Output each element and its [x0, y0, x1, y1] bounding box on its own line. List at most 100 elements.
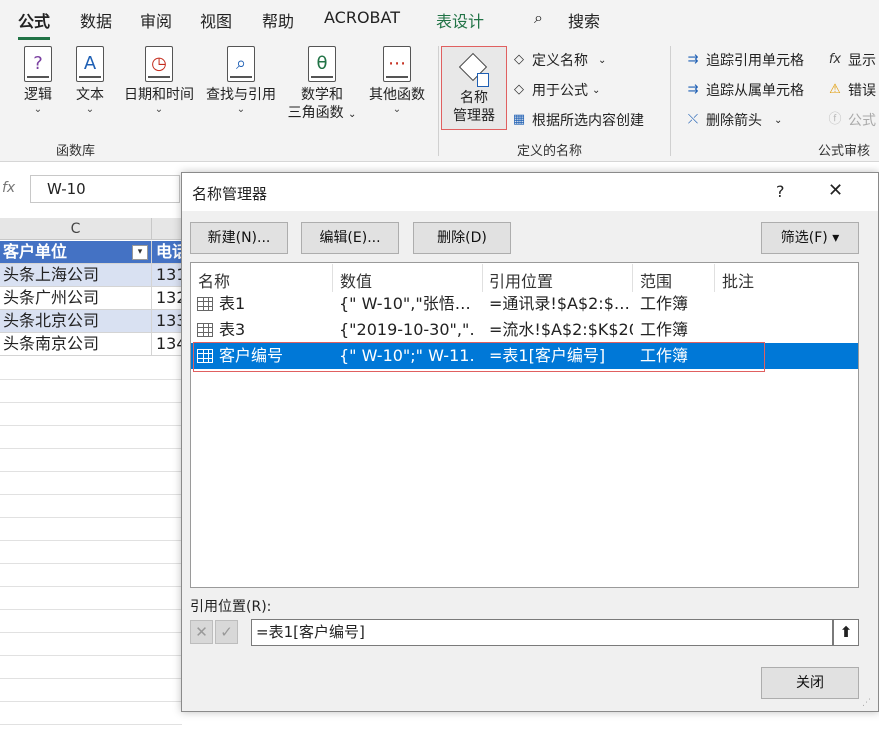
table-row[interactable]: 133: [152, 310, 182, 333]
trace-precedents-button[interactable]: ⇉ 追踪引用单元格: [684, 50, 804, 70]
collapse-dialog-icon[interactable]: ⬆: [833, 619, 859, 646]
show-formulas-button[interactable]: fx 显示: [826, 50, 876, 70]
name-manager-button[interactable]: 名称 管理器: [441, 46, 507, 130]
grid-line: [0, 678, 182, 679]
highlight-box: [193, 342, 765, 372]
table-row[interactable]: 134: [152, 333, 182, 356]
define-name-button[interactable]: ◇ 定义名称 ⌄: [510, 50, 606, 70]
magnifier-icon: ⌕: [227, 46, 255, 82]
group-separator: [438, 46, 439, 156]
tab-data[interactable]: 数据: [80, 8, 112, 32]
close-button[interactable]: 关闭: [761, 667, 859, 699]
create-from-selection-label: 根据所选内容创建: [532, 113, 644, 129]
grid-line: [0, 609, 182, 610]
column-header-name[interactable]: 名称: [198, 268, 230, 292]
table-header-cell[interactable]: 客户单位 ▾: [0, 241, 152, 264]
create-from-selection-button[interactable]: ▦ 根据所选内容创建: [510, 110, 644, 130]
more-functions-icon: ⋯: [383, 46, 411, 82]
remove-arrows-icon: ⤬: [687, 112, 699, 127]
table-row[interactable]: 132: [152, 287, 182, 310]
grid-line: [0, 425, 182, 426]
tab-view[interactable]: 视图: [200, 8, 232, 32]
remove-arrows-button[interactable]: ⤬ 删除箭头 ⌄: [684, 110, 783, 130]
chevron-down-icon: ⌄: [592, 84, 601, 96]
tab-acrobat[interactable]: ACROBAT: [324, 8, 400, 27]
table-row[interactable]: 头条上海公司: [0, 264, 152, 287]
table-header-label: 客户单位: [3, 242, 68, 261]
help-icon[interactable]: ?: [776, 182, 785, 201]
math-trig-button[interactable]: θ 数学和 三角函数 ⌄: [284, 46, 360, 124]
date-time-button[interactable]: ◷ 日期和时间 ⌄: [118, 46, 200, 116]
use-in-formula-button[interactable]: ◇ 用于公式 ⌄: [510, 80, 600, 100]
resize-grip-icon[interactable]: ⋰: [862, 697, 874, 709]
fx-icon[interactable]: fx: [2, 180, 15, 196]
cancel-edit-icon[interactable]: ✕: [190, 620, 213, 644]
table-row[interactable]: 头条北京公司: [0, 310, 152, 333]
tab-table-design[interactable]: 表设计: [436, 8, 484, 32]
text-label: 文本: [76, 87, 104, 103]
column-header-d[interactable]: [152, 218, 182, 240]
evaluate-formula-button[interactable]: ⓕ 公式: [826, 110, 876, 130]
show-formulas-label: 显示: [848, 53, 876, 69]
logical-label: 逻辑: [24, 87, 52, 103]
grid-line: [0, 540, 182, 541]
chevron-down-icon: ⌄: [33, 104, 43, 115]
grid-line: [0, 379, 182, 380]
table-header-cell[interactable]: 电话: [152, 241, 182, 264]
table-row[interactable]: 131: [152, 264, 182, 287]
trace-arrow-icon: ⇉: [687, 52, 699, 67]
grid-line: [0, 402, 182, 403]
formula-input[interactable]: W-10: [30, 175, 180, 203]
tag-icon: [458, 52, 489, 87]
tab-review[interactable]: 审阅: [140, 8, 172, 32]
chevron-down-icon: ⌄: [392, 104, 402, 115]
refers-to-input[interactable]: =表1[客户编号]: [251, 619, 833, 646]
tab-help[interactable]: 帮助: [262, 8, 294, 32]
column-divider: [482, 264, 483, 292]
edit-button[interactable]: 编辑(E)...: [301, 222, 399, 254]
list-item[interactable]: 表1 {" W-10","张悟… =通讯录!$A$2:$… 工作簿: [191, 291, 858, 317]
define-name-label: 定义名称: [532, 53, 588, 69]
name-manager-label-2: 管理器: [453, 108, 495, 124]
table-grid-icon: ▦: [512, 112, 526, 127]
column-header-value[interactable]: 数值: [340, 268, 372, 292]
text-button[interactable]: A 文本 ⌄: [72, 46, 108, 116]
error-checking-label: 错误: [848, 83, 876, 99]
logical-icon: ?: [24, 46, 52, 82]
search-icon[interactable]: ⌕: [534, 8, 543, 28]
scope-cell: 工作簿: [640, 320, 689, 339]
grid-line: [0, 448, 182, 449]
list-item[interactable]: 表3 {"2019-10-30","… =流水!$A$2:$K$20 工作簿: [191, 317, 858, 343]
name-manager-label-1: 名称: [460, 90, 488, 106]
column-header-scope[interactable]: 范围: [640, 268, 672, 292]
value-cell: {"2019-10-30","…: [339, 320, 475, 339]
search-label[interactable]: 搜索: [568, 8, 600, 32]
column-header-refers-to[interactable]: 引用位置: [489, 268, 553, 292]
value-cell: {" W-10","张悟…: [339, 294, 471, 313]
close-icon[interactable]: ✕: [828, 180, 843, 201]
tab-formulas[interactable]: 公式: [18, 8, 51, 40]
column-header-comment[interactable]: 批注: [722, 268, 754, 292]
grid-line: [0, 655, 182, 656]
grid-line: [0, 494, 182, 495]
evaluate-formula-label: 公式: [848, 113, 876, 129]
new-button[interactable]: 新建(N)...: [190, 222, 288, 254]
logical-button[interactable]: ? 逻辑 ⌄: [20, 46, 56, 116]
name-cell: 表1: [219, 294, 246, 313]
trace-dependents-button[interactable]: ⇉ 追踪从属单元格: [684, 80, 804, 100]
chevron-down-icon: ⌄: [774, 114, 783, 126]
more-functions-button[interactable]: ⋯ 其他函数 ⌄: [364, 46, 430, 116]
text-icon: A: [76, 46, 104, 82]
chevron-down-icon: ⌄: [154, 104, 164, 115]
column-header-c[interactable]: C: [0, 218, 152, 240]
delete-button[interactable]: 删除(D): [413, 222, 511, 254]
table-row[interactable]: 头条广州公司: [0, 287, 152, 310]
lookup-reference-button[interactable]: ⌕ 查找与引用 ⌄: [202, 46, 280, 116]
table-row[interactable]: 头条南京公司: [0, 333, 152, 356]
error-checking-button[interactable]: ⚠ 错误: [826, 80, 876, 100]
refers-to-cell: =流水!$A$2:$K$20: [489, 320, 633, 339]
confirm-edit-icon[interactable]: ✓: [215, 620, 238, 644]
grid-line: [0, 563, 182, 564]
filter-button[interactable]: 筛选(F) ▾: [761, 222, 859, 254]
filter-dropdown-icon[interactable]: ▾: [132, 245, 148, 260]
